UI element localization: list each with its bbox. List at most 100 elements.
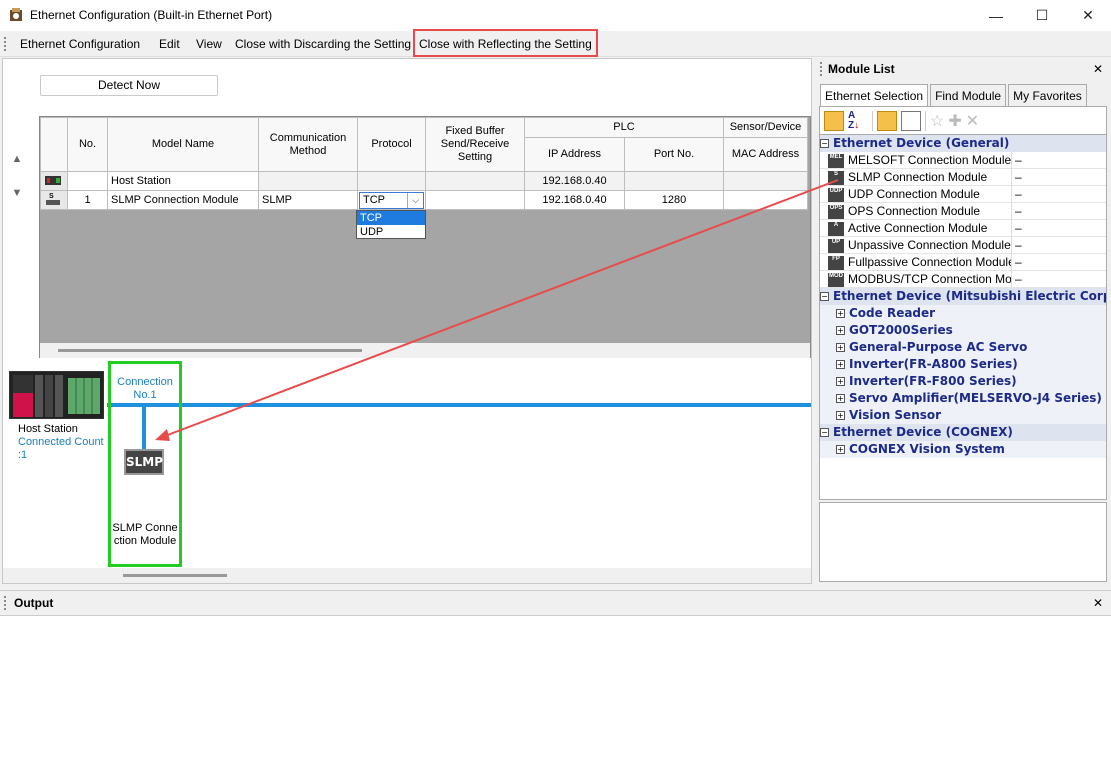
menu-ethernet-configuration[interactable]: Ethernet Configuration — [16, 31, 144, 57]
tree-item[interactable]: UDP UDP Connection Module – — [820, 186, 1106, 203]
tree-subcategory[interactable]: + General-Purpose AC Servo — [820, 339, 1106, 356]
connection-label: Connection — [117, 376, 173, 388]
table-row[interactable]: Host Station 192.168.0.40 — [40, 171, 808, 191]
tree-item[interactable]: OPS OPS Connection Module – — [820, 203, 1106, 220]
protocol-option-udp[interactable]: UDP — [357, 225, 425, 239]
menu-view[interactable]: View — [192, 31, 226, 57]
expand-icon[interactable]: + — [836, 326, 845, 335]
scrollbar-thumb[interactable] — [58, 349, 362, 352]
expand-icon[interactable]: + — [836, 360, 845, 369]
output-close-icon[interactable]: ✕ — [1093, 591, 1103, 615]
expand-icon[interactable]: + — [836, 445, 845, 454]
melsoft-icon: MEL — [828, 153, 844, 168]
sort-by-category-icon[interactable] — [824, 110, 844, 131]
detect-now-button[interactable]: Detect Now — [40, 75, 218, 96]
header-protocol: Protocol — [357, 117, 426, 172]
connection-table: No. Model Name Communication Method Prot… — [40, 117, 808, 210]
collapse-icon[interactable]: − — [820, 139, 829, 148]
slmp-module-icon[interactable]: SLMP — [124, 449, 164, 475]
tree-item[interactable]: S SLMP Connection Module – — [820, 169, 1106, 186]
expand-icon[interactable]: + — [836, 394, 845, 403]
window-title: Ethernet Configuration (Built-in Etherne… — [30, 8, 273, 22]
expand-icon[interactable]: + — [836, 309, 845, 318]
add-favorite-icon[interactable]: ✚ — [948, 111, 961, 131]
tree-item[interactable]: MODMODBUS/TCP Connection Module– — [820, 271, 1106, 288]
header-mac: MAC Address — [723, 137, 808, 172]
tree-subcategory[interactable]: + Code Reader — [820, 305, 1106, 322]
title-bar: Ethernet Configuration (Built-in Etherne… — [0, 0, 1111, 31]
cell-comm[interactable]: SLMP — [258, 190, 358, 210]
module-list-tabs: Ethernet Selection Find Module My Favori… — [820, 84, 1089, 106]
tree-subcategory[interactable]: + Vision Sensor — [820, 407, 1106, 424]
tree-category[interactable]: − Ethernet Device (COGNEX) — [820, 424, 1106, 441]
tree-item[interactable]: A Active Connection Module – — [820, 220, 1106, 237]
protocol-select[interactable]: TCP ⌵ — [359, 191, 424, 209]
delete-icon[interactable]: ✕ — [966, 111, 979, 131]
favorite-star-icon[interactable]: ☆ — [930, 111, 944, 131]
menu-close-discard[interactable]: Close with Discarding the Setting — [231, 31, 415, 57]
menu-edit[interactable]: Edit — [155, 31, 184, 57]
cell-fixed — [425, 171, 525, 191]
cell-no — [67, 171, 108, 191]
output-panel: Output ✕ — [0, 590, 1111, 761]
expand-all-icon[interactable] — [877, 110, 897, 131]
tree-subcategory[interactable]: + Servo Amplifier(MELSERVO-J4 Series) — [820, 390, 1106, 407]
app-icon — [8, 7, 24, 23]
toolbar-divider — [872, 110, 873, 131]
maximize-button[interactable]: ☐ — [1019, 0, 1065, 31]
close-button[interactable]: ✕ — [1065, 0, 1111, 31]
menu-grip-icon — [4, 37, 7, 51]
tab-find-module[interactable]: Find Module — [930, 84, 1007, 106]
move-up-icon[interactable]: ▲ — [9, 151, 25, 167]
slmp-module-icon: S — [40, 190, 68, 210]
configuration-panel: Detect Now ▲ ▼ No. Model Name Communicat… — [2, 58, 812, 584]
minimize-button[interactable]: — — [973, 0, 1019, 31]
tree-subcategory[interactable]: + Inverter(FR-F800 Series) — [820, 373, 1106, 390]
collapse-all-icon[interactable] — [901, 110, 921, 131]
svg-text:S: S — [49, 193, 54, 200]
cell-ip[interactable]: 192.168.0.40 — [524, 190, 625, 210]
tree-category[interactable]: − Ethernet Device (General) — [820, 135, 1106, 152]
tab-my-favorites[interactable]: My Favorites — [1008, 84, 1087, 106]
tree-item[interactable]: FP Fullpassive Connection Module– — [820, 254, 1106, 271]
diagram-scrollbar-thumb[interactable] — [123, 574, 227, 577]
menu-close-reflect[interactable]: Close with Reflecting the Setting — [413, 29, 598, 57]
expand-icon[interactable]: + — [836, 411, 845, 420]
collapse-icon[interactable]: − — [820, 292, 829, 301]
slmp-icon: S — [828, 170, 844, 185]
chevron-down-icon[interactable]: ⌵ — [407, 192, 423, 208]
tree-subcategory[interactable]: + Inverter(FR-A800 Series) — [820, 356, 1106, 373]
cell-mac — [723, 171, 808, 191]
tree-subcategory[interactable]: + GOT2000Series — [820, 322, 1106, 339]
cell-protocol[interactable]: TCP ⌵ — [357, 190, 426, 210]
fullpassive-icon: FP — [828, 255, 844, 270]
network-diagram: Host Station Connected Count :1 Connecti… — [3, 361, 811, 583]
table-row[interactable]: S 1 SLMP Connection Module SLMP TCP ⌵ 19… — [40, 190, 808, 210]
protocol-select-value: TCP — [363, 194, 385, 206]
header-ip: IP Address — [524, 137, 625, 172]
collapse-icon[interactable]: − — [820, 428, 829, 437]
protocol-dropdown-list[interactable]: TCP UDP — [356, 210, 426, 239]
tree-subcategory[interactable]: + COGNEX Vision System — [820, 441, 1106, 458]
tree-item[interactable]: UP Unpassive Connection Module – — [820, 237, 1106, 254]
cell-ip: 192.168.0.40 — [524, 171, 625, 191]
cell-model: SLMP Connection Module — [107, 190, 259, 210]
protocol-option-tcp[interactable]: TCP — [357, 211, 425, 225]
ops-icon: OPS — [828, 204, 844, 219]
header-comm: Communication Method — [258, 117, 358, 172]
sort-az-icon[interactable]: A Z↓ — [848, 110, 868, 131]
tree-category[interactable]: − Ethernet Device (Mitsubishi Electric Co… — [820, 288, 1106, 305]
diagram-scrollbar[interactable] — [3, 568, 811, 583]
horizontal-scrollbar[interactable] — [40, 343, 810, 358]
expand-icon[interactable]: + — [836, 377, 845, 386]
tab-ethernet-selection[interactable]: Ethernet Selection — [820, 84, 929, 106]
header-plc: PLC — [524, 117, 724, 138]
header-model: Model Name — [107, 117, 259, 172]
tree-item[interactable]: MEL MELSOFT Connection Module – — [820, 152, 1106, 169]
expand-icon[interactable]: + — [836, 343, 845, 352]
move-down-icon[interactable]: ▼ — [9, 185, 25, 201]
module-list-close-icon[interactable]: ✕ — [1093, 58, 1103, 80]
panel-grip-icon — [820, 62, 822, 76]
host-station-plc-image[interactable] — [9, 371, 104, 419]
cell-port[interactable]: 1280 — [624, 190, 724, 210]
